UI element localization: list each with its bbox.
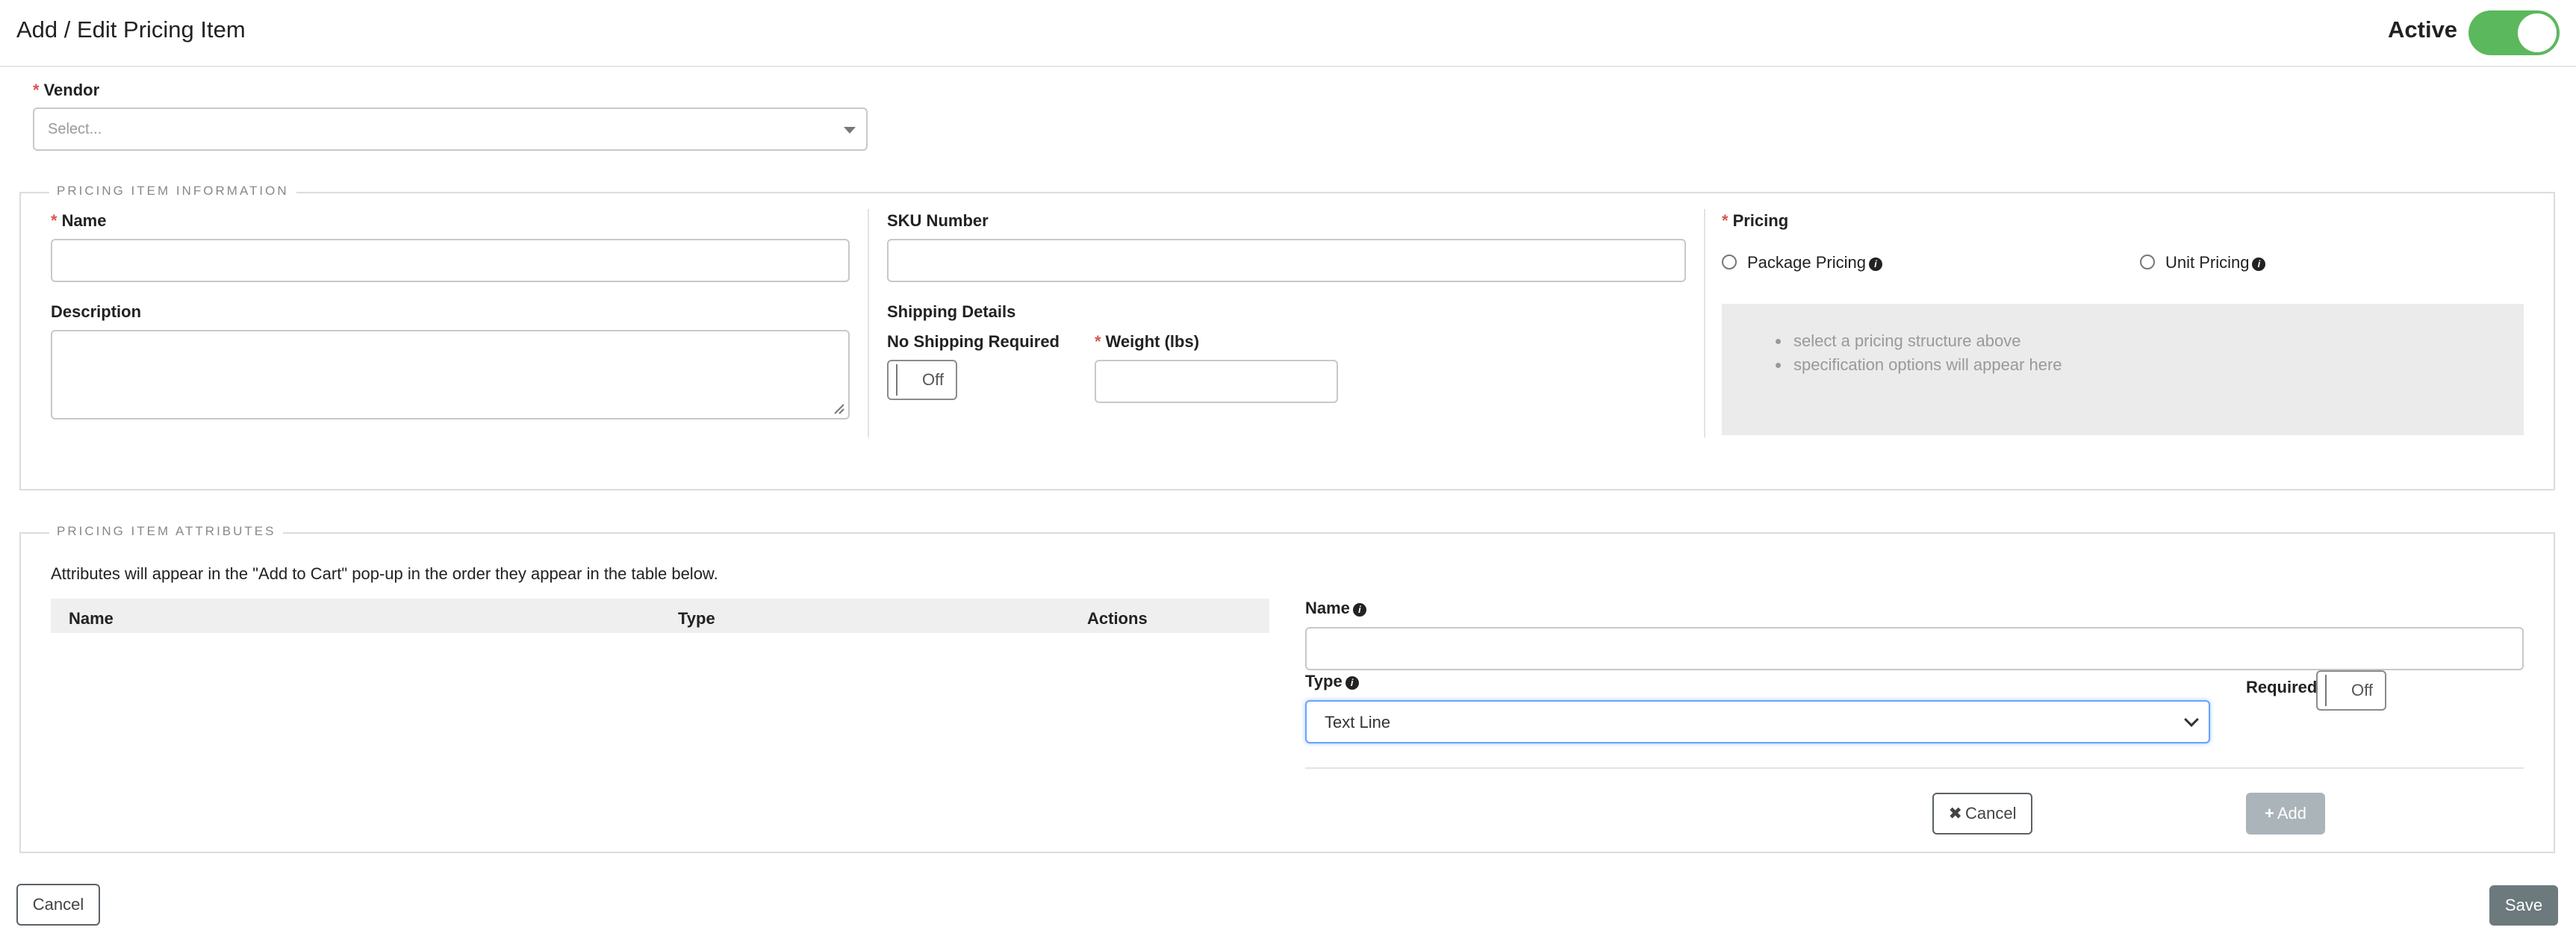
weight-label: * Weight (lbs) [1095, 332, 1200, 351]
spec-hint-list: select a pricing structure above specifi… [1722, 329, 2524, 377]
column-divider [868, 209, 869, 437]
column-header-actions: Actions [1087, 609, 1148, 628]
weight-input[interactable] [1095, 360, 1338, 403]
description-label: Description [51, 302, 142, 321]
attribute-cancel-button[interactable]: ✖ Cancel [1932, 793, 2032, 835]
unit-pricing-option[interactable]: Unit Pricing i [2165, 253, 2266, 272]
attribute-add-button[interactable]: + Add [2246, 793, 2325, 835]
vendor-label: * Vendor [33, 81, 100, 99]
section-legend-information: PRICING ITEM INFORMATION [49, 184, 296, 199]
attribute-name-label: Name i [1305, 599, 1366, 618]
resize-handle-icon[interactable] [833, 403, 845, 415]
name-label: * Name [51, 211, 107, 230]
attribute-type-label: Type i [1305, 672, 1359, 691]
required-toggle-text: Off [2351, 681, 2373, 699]
toggle-handle [2322, 675, 2327, 706]
column-header-type: Type [678, 609, 715, 628]
column-header-name: Name [69, 609, 113, 628]
section-legend-attributes: PRICING ITEM ATTRIBUTES [49, 524, 284, 539]
switch-knob [2518, 13, 2557, 52]
attribute-type-select[interactable]: Text Line [1305, 700, 2210, 743]
sku-label: SKU Number [887, 211, 989, 230]
close-icon: ✖ [1948, 804, 1962, 823]
caret-down-icon [844, 127, 856, 134]
plus-icon: + [2264, 804, 2274, 823]
info-icon: i [1352, 603, 1366, 617]
attribute-name-input[interactable] [1305, 627, 2524, 670]
info-icon: i [1868, 258, 1882, 271]
toggle-handle [893, 364, 897, 396]
page-title: Add / Edit Pricing Item [16, 16, 246, 43]
package-pricing-option[interactable]: Package Pricing i [1747, 253, 1882, 272]
cancel-button[interactable]: Cancel [16, 884, 100, 926]
unit-pricing-radio[interactable] [2140, 255, 2155, 269]
name-input[interactable] [51, 239, 850, 282]
shipping-details-label: Shipping Details [887, 302, 1016, 321]
spec-hint: specification options will appear here [1776, 353, 2524, 377]
package-pricing-radio[interactable] [1722, 255, 1737, 269]
column-divider [1704, 209, 1705, 437]
attributes-table-header: Name Type Actions [51, 599, 1269, 633]
info-icon: i [1345, 676, 1359, 690]
spec-hint: select a pricing structure above [1776, 329, 2524, 353]
no-shipping-label: No Shipping Required [887, 332, 1060, 351]
vendor-select[interactable]: Select... [33, 107, 868, 151]
description-textarea[interactable] [51, 330, 850, 419]
attributes-note: Attributes will appear in the "Add to Ca… [51, 564, 718, 583]
save-button[interactable]: Save [2489, 885, 2558, 926]
vendor-placeholder: Select... [48, 121, 102, 137]
pricing-spec-placeholder: select a pricing structure above specifi… [1722, 304, 2524, 435]
pricing-label: * Pricing [1722, 211, 1789, 230]
no-shipping-toggle-text: Off [922, 370, 944, 389]
page-header [0, 0, 2576, 67]
required-toggle[interactable]: Off [2316, 670, 2386, 711]
chevron-down-icon [2184, 712, 2199, 727]
active-switch[interactable] [2468, 10, 2560, 55]
required-label: Required [2246, 678, 2318, 696]
info-icon: i [2252, 258, 2266, 271]
active-label: Active [2388, 16, 2458, 43]
sku-input[interactable] [887, 239, 1686, 282]
attribute-type-value: Text Line [1325, 713, 1391, 732]
form-divider [1305, 767, 2524, 769]
no-shipping-toggle[interactable]: Off [887, 360, 957, 400]
